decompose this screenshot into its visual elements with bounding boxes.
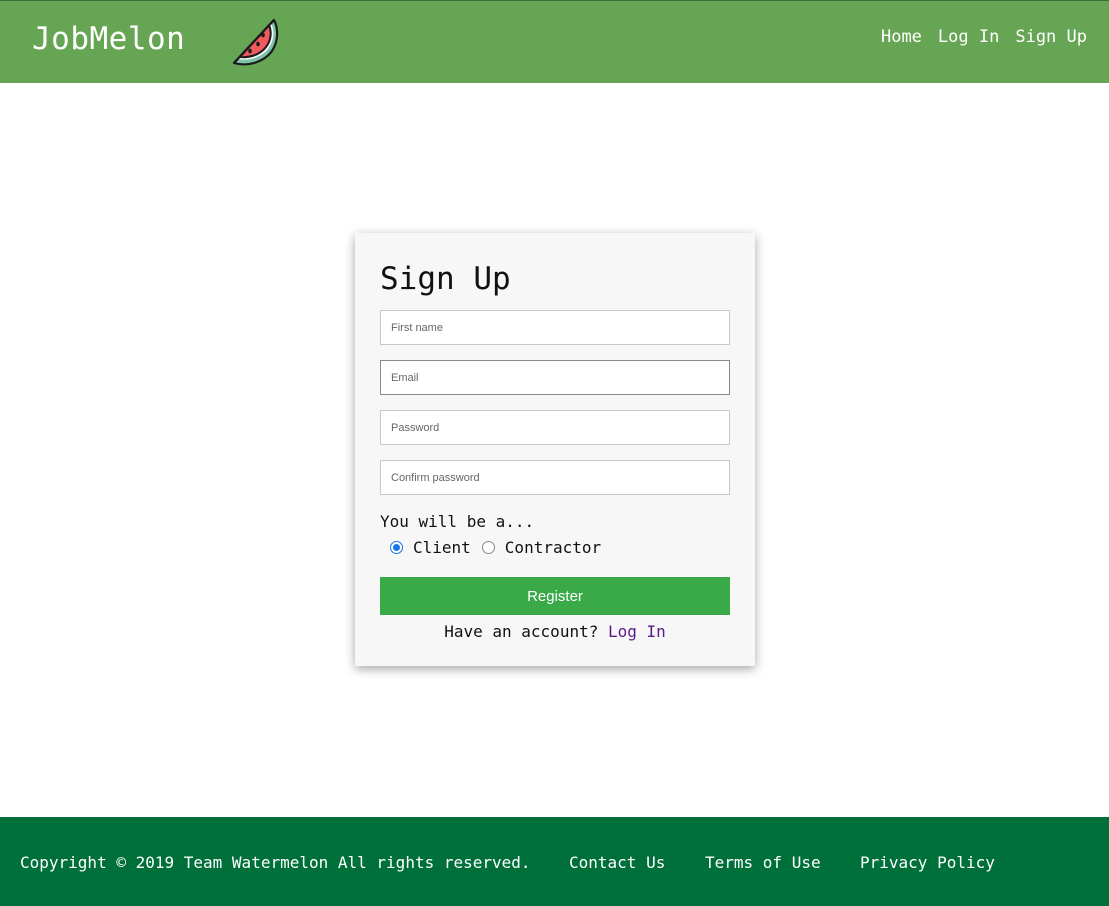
email-field[interactable]	[380, 360, 730, 395]
login-prompt: Have an account? Log In	[355, 622, 755, 641]
brand-name[interactable]: JobMelon	[32, 21, 185, 57]
contact-us-link[interactable]: Contact Us	[569, 853, 665, 872]
privacy-policy-link[interactable]: Privacy Policy	[860, 853, 995, 872]
account-prompt-text: Have an account?	[444, 622, 599, 641]
top-nav: Home Log In Sign Up	[881, 27, 1087, 47]
role-prompt: You will be a...	[380, 512, 535, 531]
password-field[interactable]	[380, 410, 730, 445]
nav-home[interactable]: Home	[881, 27, 922, 47]
contractor-radio[interactable]	[481, 541, 495, 554]
copyright-text: Copyright © 2019 Team Watermelon All rig…	[20, 853, 531, 872]
signup-card: Sign Up You will be a... Client Contract…	[355, 233, 755, 666]
page-title: Sign Up	[380, 261, 511, 297]
register-button[interactable]: Register	[380, 577, 730, 615]
site-footer: Copyright © 2019 Team Watermelon All rig…	[0, 817, 1109, 906]
nav-log-in[interactable]: Log In	[938, 27, 999, 47]
client-radio-label[interactable]: Client	[413, 538, 471, 557]
contractor-radio-label[interactable]: Contractor	[505, 538, 601, 557]
login-link[interactable]: Log In	[608, 622, 666, 641]
nav-sign-up[interactable]: Sign Up	[1015, 27, 1087, 47]
site-header: JobMelon Home Log In Sign Up	[0, 0, 1109, 83]
terms-of-use-link[interactable]: Terms of Use	[705, 853, 821, 872]
first-name-field[interactable]	[380, 310, 730, 345]
role-radio-group: Client Contractor	[390, 538, 612, 557]
confirm-password-field[interactable]	[380, 460, 730, 495]
client-radio[interactable]	[390, 541, 403, 554]
watermelon-slice-icon	[232, 18, 279, 66]
